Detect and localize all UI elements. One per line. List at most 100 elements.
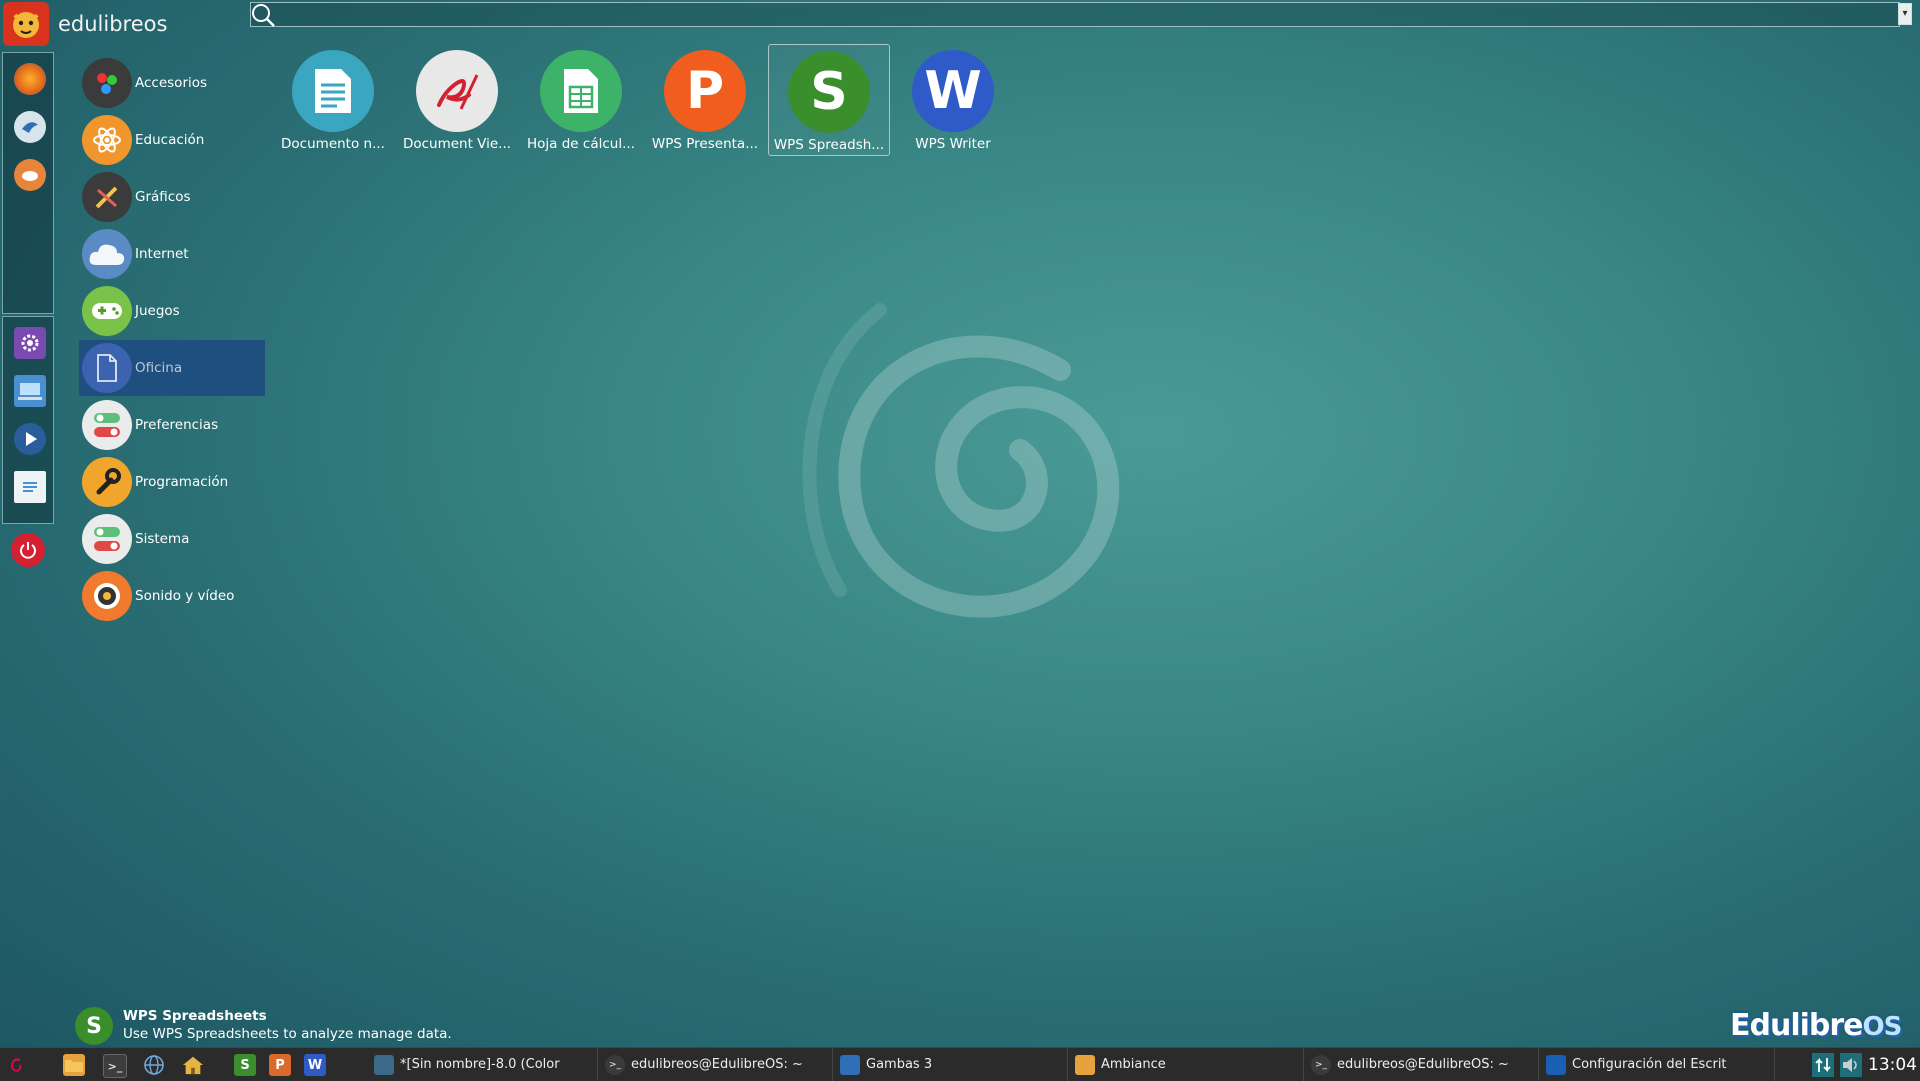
search-icon (252, 4, 275, 27)
app-icon-letter: W (924, 61, 982, 121)
file-manager-icon[interactable] (63, 1054, 85, 1076)
search-dropdown-button[interactable]: ▾ (1898, 3, 1912, 25)
app-description-text: Use WPS Spreadsheets to analyze manage d… (123, 1026, 452, 1042)
bird-icon (22, 122, 38, 133)
category-label: Programación (135, 474, 229, 490)
menu-username: edulibreos (58, 12, 168, 36)
app-label: WPS Writer (915, 136, 991, 152)
category-label: Gráficos (135, 189, 191, 205)
terminal-icon: >_ (605, 1054, 625, 1075)
category-sistema[interactable]: Sistema (79, 511, 265, 567)
clock: 13:04 (1868, 1055, 1917, 1075)
home-folder-icon[interactable] (182, 1054, 204, 1076)
document-icon (82, 343, 132, 393)
app-icon-letter: S (810, 62, 848, 122)
category-educacion[interactable]: Educación (79, 112, 265, 168)
wps-writer-icon: W (307, 1057, 323, 1073)
category-label: Sistema (135, 531, 190, 547)
task-terminal[interactable]: >_ edulibreos@EdulibreOS: ~ (597, 1048, 833, 1081)
gears-icon (82, 58, 132, 108)
app-wps-writer[interactable]: W WPS Writer (892, 44, 1014, 156)
system-dock (2, 316, 54, 524)
app-document-viewer[interactable]: Document Vie... (396, 44, 518, 156)
atom-icon (82, 115, 132, 165)
wps-spreadsheets-icon: S (788, 51, 870, 133)
app-icon-letter: P (685, 61, 725, 121)
volume-tray-icon[interactable] (1840, 1053, 1862, 1077)
settings-icon (1546, 1054, 1566, 1075)
firefox-icon[interactable] (14, 63, 46, 95)
wps-spreadsheets-icon: S (75, 1007, 113, 1045)
wps-presentation-icon: P (664, 50, 746, 132)
category-label: Internet (135, 246, 189, 262)
category-accesorios[interactable]: Accesorios (79, 55, 265, 111)
power-icon (20, 542, 36, 559)
category-graficos[interactable]: Gráficos (79, 169, 265, 225)
edulibreos-logo: EdulibreOS (1730, 1008, 1902, 1043)
category-oficina[interactable]: Oficina (79, 340, 265, 396)
category-sonido-y-video[interactable]: Sonido y vídeo (79, 568, 265, 624)
document-icon (292, 50, 374, 132)
category-internet[interactable]: Internet (79, 226, 265, 282)
app-label: WPS Presenta... (651, 136, 759, 152)
terminal-icon: >_ (1311, 1054, 1331, 1075)
task-gambas[interactable]: Gambas 3 (832, 1048, 1068, 1081)
task-gimp[interactable]: *[Sin nombre]-8.0 (Color (366, 1048, 598, 1081)
category-juegos[interactable]: Juegos (79, 283, 265, 339)
spreadsheet-icon (540, 50, 622, 132)
app-documento-nuevo[interactable]: Documento n... (272, 44, 394, 156)
task-label: edulibreos@EdulibreOS: ~ (1337, 1057, 1509, 1072)
toggle-switches-icon (82, 514, 132, 564)
tiger-logo-icon (13, 12, 39, 38)
category-label: Sonido y vídeo (135, 588, 235, 604)
wps-presentation-icon: P (275, 1057, 285, 1073)
task-desktop-settings[interactable]: Configuración del Escrit (1538, 1048, 1775, 1081)
wps-spreadsheets-launcher[interactable]: S (234, 1054, 256, 1076)
category-programacion[interactable]: Programación (79, 454, 265, 510)
terminal-icon[interactable]: >_ (103, 1054, 127, 1078)
network-arrows-icon (1815, 1057, 1831, 1073)
speaker-icon (1843, 1058, 1857, 1072)
computer-icon[interactable] (14, 375, 46, 407)
house-icon (182, 1056, 204, 1075)
app-wps-presentation[interactable]: P WPS Presenta... (644, 44, 766, 156)
debian-menu-icon[interactable] (6, 1054, 28, 1076)
menu-logo[interactable] (3, 2, 49, 46)
thunderbird-icon[interactable] (14, 111, 46, 143)
task-label: *[Sin nombre]-8.0 (Color (400, 1057, 560, 1072)
wps-writer-launcher[interactable]: W (304, 1054, 326, 1076)
chat-icon (22, 171, 38, 181)
web-browser-icon[interactable] (143, 1054, 165, 1076)
folder-icon (65, 1060, 83, 1072)
app-launcher-icon[interactable] (14, 159, 46, 191)
wps-spreadsheets-icon: S (240, 1057, 250, 1073)
wrench-icon (82, 457, 132, 507)
app-wps-spreadsheets[interactable]: S WPS Spreadsh... (768, 44, 890, 156)
notepad-icon (23, 482, 37, 492)
search-input[interactable] (282, 3, 1886, 27)
gimp-icon (374, 1054, 394, 1075)
debian-swirl-icon (10, 1058, 22, 1072)
power-button[interactable] (11, 533, 45, 567)
gamepad-icon (82, 286, 132, 336)
favorites-dock (2, 52, 54, 314)
task-terminal-2[interactable]: >_ edulibreos@EdulibreOS: ~ (1303, 1048, 1539, 1081)
task-label: Configuración del Escrit (1572, 1057, 1727, 1072)
media-player-icon[interactable] (14, 423, 46, 455)
app-hoja-de-calculo[interactable]: Hoja de cálcul... (520, 44, 642, 156)
category-label: Accesorios (135, 75, 208, 91)
category-preferencias[interactable]: Preferencias (79, 397, 265, 453)
wps-presentation-launcher[interactable]: P (269, 1054, 291, 1076)
app-label: Document Vie... (402, 136, 512, 152)
cloud-icon (82, 229, 132, 279)
play-icon (26, 432, 37, 446)
wps-writer-icon: W (912, 50, 994, 132)
task-ambiance[interactable]: Ambiance (1067, 1048, 1304, 1081)
category-label: Oficina (135, 360, 183, 376)
settings-icon[interactable] (14, 327, 46, 359)
brush-icon (82, 172, 132, 222)
app-description-title: WPS Spreadsheets (123, 1008, 267, 1024)
text-editor-icon[interactable] (14, 471, 46, 503)
monitor-icon (18, 383, 42, 400)
network-tray-icon[interactable] (1812, 1053, 1834, 1077)
